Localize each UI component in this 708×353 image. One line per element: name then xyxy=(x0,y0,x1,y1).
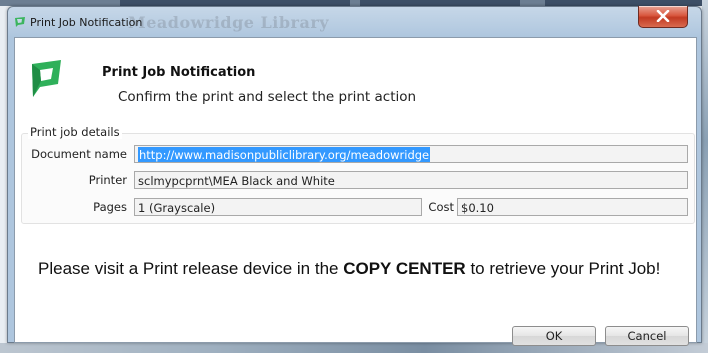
background-window-edge-right xyxy=(702,0,708,353)
close-button[interactable] xyxy=(638,6,688,28)
cost-label: Cost xyxy=(428,200,454,214)
message-text-end: to retrieve your Print Job! xyxy=(465,259,661,278)
title-bar[interactable]: Meadowridge Library Print Job Notificati… xyxy=(8,6,701,37)
document-name-value: http://www.madisonpubliclibrary.org/mead… xyxy=(138,147,431,162)
header-subtitle: Confirm the print and select the print a… xyxy=(118,89,417,105)
papercut-logo-icon xyxy=(32,60,61,97)
pages-label: Pages xyxy=(93,200,127,214)
cost-field[interactable]: $0.10 xyxy=(457,198,688,216)
ok-button[interactable]: OK xyxy=(512,326,596,346)
message-text: Please visit a Print release device in t… xyxy=(38,259,344,278)
document-name-label: Document name xyxy=(31,147,127,161)
papercut-small-icon xyxy=(15,17,25,27)
dialog-content: Print Job Notification Confirm the print… xyxy=(14,37,697,346)
window-title: Print Job Notification xyxy=(30,16,143,29)
close-x-icon xyxy=(656,10,670,22)
print-job-notification-dialog: Meadowridge Library Print Job Notificati… xyxy=(7,6,702,346)
background-window-edge-bottom xyxy=(0,343,708,353)
cancel-button[interactable]: Cancel xyxy=(605,326,689,346)
print-job-details-legend: Print job details xyxy=(28,125,122,139)
background-faded-title: Meadowridge Library xyxy=(128,13,330,32)
release-instructions-message: Please visit a Print release device in t… xyxy=(38,256,688,281)
document-name-field[interactable]: http://www.madisonpubliclibrary.org/mead… xyxy=(134,145,688,163)
printer-label: Printer xyxy=(88,173,127,187)
copy-center-emphasis: COPY CENTER xyxy=(343,259,466,278)
header-title: Print Job Notification xyxy=(102,65,256,80)
pages-field[interactable]: 1 (Grayscale) xyxy=(134,198,422,216)
printer-field[interactable]: sclmypcprnt\MEA Black and White xyxy=(134,171,688,189)
